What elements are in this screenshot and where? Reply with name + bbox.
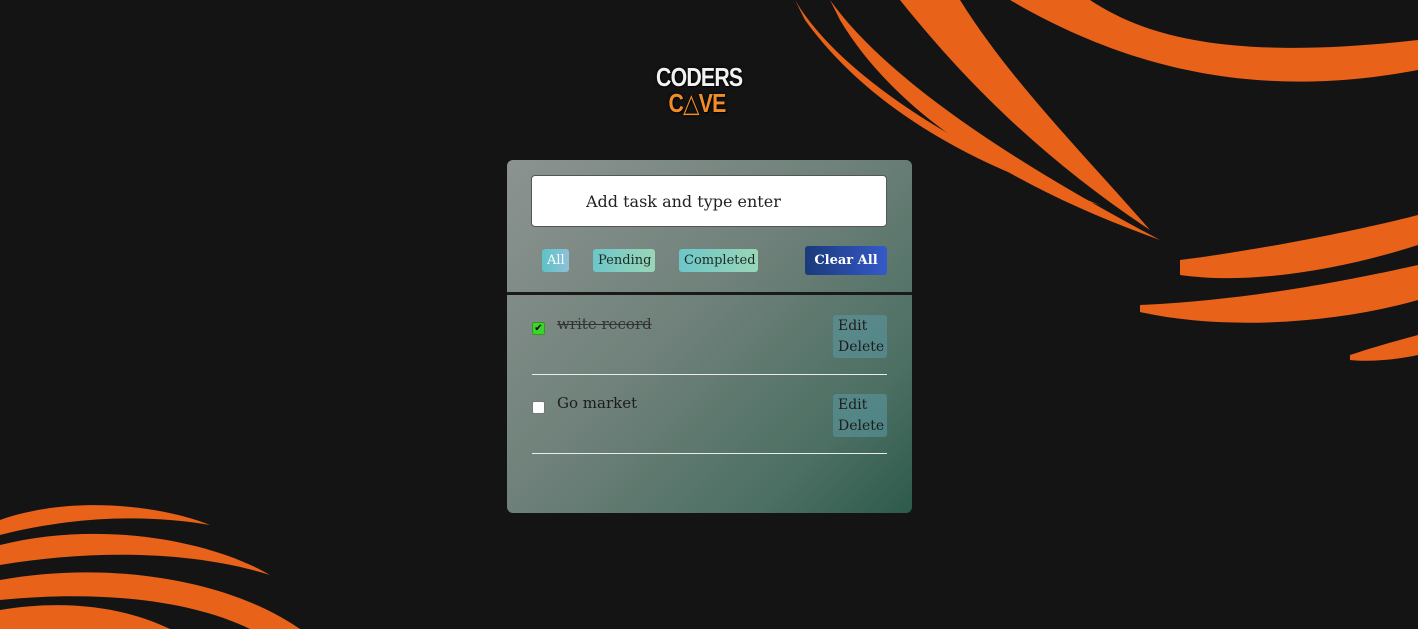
filter-pending-button[interactable]: Pending: [593, 249, 655, 272]
divider: [507, 292, 912, 295]
filter-all-button[interactable]: All: [542, 249, 569, 272]
coders-cave-logo: CODERS C△VE: [647, 58, 747, 124]
edit-task-button[interactable]: Edit: [838, 395, 887, 416]
clear-all-button[interactable]: Clear All: [805, 246, 887, 275]
task-checkbox[interactable]: [532, 401, 545, 414]
edit-task-button[interactable]: Edit: [838, 316, 887, 337]
delete-task-button[interactable]: Delete: [838, 337, 887, 358]
task-text: Go market: [557, 394, 638, 412]
task-item: ✔ write record Edit Delete: [532, 315, 887, 375]
task-text: write record: [557, 315, 652, 333]
todo-card: All Pending Completed Clear All ✔ write …: [507, 160, 912, 513]
task-item: Go market Edit Delete: [532, 394, 887, 454]
logo-text-bottom: C△VE: [668, 88, 727, 118]
add-task-input[interactable]: [531, 175, 887, 227]
task-checkbox[interactable]: ✔: [532, 322, 545, 335]
task-actions-menu: Edit Delete: [833, 394, 887, 437]
delete-task-button[interactable]: Delete: [838, 416, 887, 437]
filter-completed-button[interactable]: Completed: [679, 249, 758, 272]
task-actions-menu: Edit Delete: [833, 315, 887, 358]
